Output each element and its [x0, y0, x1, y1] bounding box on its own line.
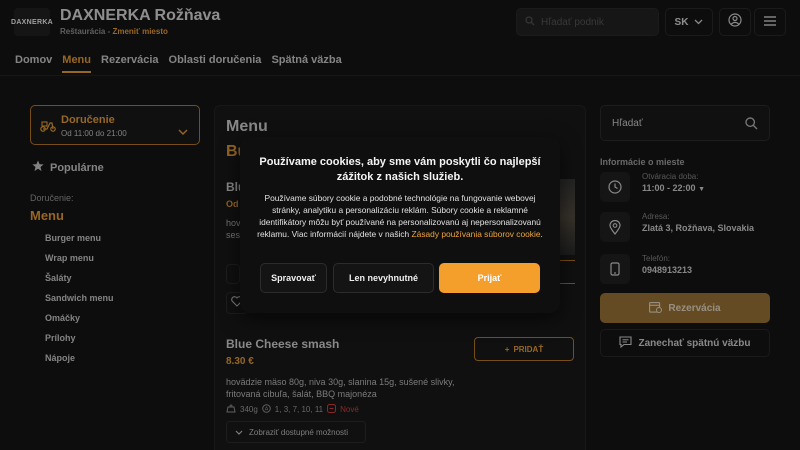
- cookie-necessary-button[interactable]: Len nevyhnutné: [333, 263, 434, 293]
- cookie-manage-button[interactable]: Spravovať: [260, 263, 327, 293]
- cookie-accept-button[interactable]: Prijať: [439, 263, 540, 293]
- cookie-body: Používame súbory cookie a podobné techno…: [257, 193, 543, 239]
- cookie-title: Používame cookies, aby sme vám poskytli …: [259, 156, 541, 183]
- cookie-dialog: Používame cookies, aby sme vám poskytli …: [240, 137, 560, 313]
- cookie-policy-link[interactable]: Zásady používania súborov cookie: [412, 229, 541, 239]
